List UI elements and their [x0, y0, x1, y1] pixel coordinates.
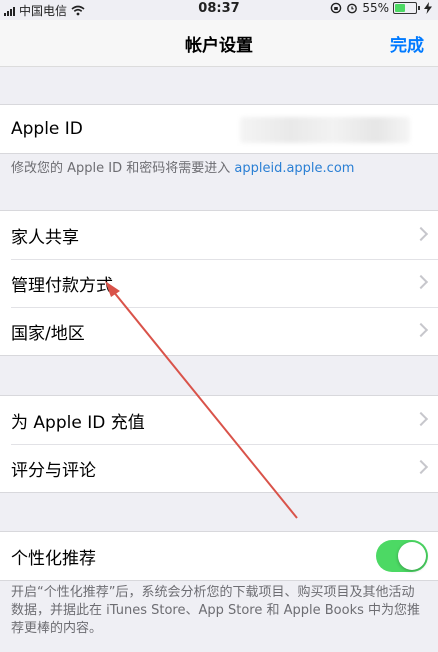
personalized-toggle[interactable]: [376, 540, 428, 572]
chevron-right-icon: [413, 226, 429, 242]
navigation-bar: 帐户设置 完成: [0, 20, 438, 67]
menu-item-label: 国家/地区: [11, 323, 85, 344]
menu-item-add-funds[interactable]: 为 Apple ID 充值: [0, 396, 438, 444]
menu-item-manage-payment[interactable]: 管理付款方式: [0, 259, 438, 307]
battery-icon: [393, 2, 417, 14]
chevron-right-icon: [413, 459, 429, 475]
menu-item-family-sharing[interactable]: 家人共享: [0, 211, 438, 259]
status-right: 55%: [330, 1, 432, 15]
lock-rotation-icon: [331, 2, 342, 14]
menu-item-label: 评分与评论: [11, 460, 96, 481]
menu-item-label: 家人共享: [11, 227, 79, 248]
charging-icon: [424, 2, 432, 14]
menu-item-label: 为 Apple ID 充值: [11, 412, 145, 433]
apple-id-group: Apple ID: [0, 104, 438, 154]
menu-item-country-region[interactable]: 国家/地区: [0, 307, 438, 355]
apple-id-footnote: 修改您的 Apple ID 和密码将需要进入 appleid.apple.com: [11, 160, 427, 178]
personalized-footnote: 开启“个性化推荐”后，系统会分析您的下载项目、购买项目及其他活动数据，并据此在 …: [11, 585, 421, 636]
personalized-row: 个性化推荐: [0, 532, 438, 580]
apple-id-value-redacted: [240, 117, 410, 143]
apple-id-row[interactable]: Apple ID: [0, 105, 438, 153]
apple-id-footnote-text: 修改您的 Apple ID 和密码将需要进入: [11, 161, 235, 176]
status-bar: 中国电信 08:37 55%: [0, 0, 438, 20]
personalized-group: 个性化推荐: [0, 531, 438, 581]
toggle-knob: [398, 542, 426, 570]
chevron-right-icon: [413, 411, 429, 427]
balance-group: 为 Apple ID 充值 评分与评论: [0, 395, 438, 493]
account-options-group: 家人共享 管理付款方式 国家/地区: [0, 210, 438, 356]
chevron-right-icon: [413, 274, 429, 290]
menu-item-label: 管理付款方式: [11, 275, 113, 296]
menu-item-ratings-reviews[interactable]: 评分与评论: [0, 444, 438, 492]
alarm-icon: [347, 3, 358, 14]
page-title: 帐户设置: [185, 36, 253, 56]
personalized-label: 个性化推荐: [11, 548, 96, 569]
apple-id-label: Apple ID: [11, 119, 83, 139]
battery-percent: 55%: [362, 1, 389, 15]
chevron-right-icon: [413, 322, 429, 338]
done-button[interactable]: 完成: [390, 31, 424, 56]
appleid-link[interactable]: appleid.apple.com: [234, 161, 354, 176]
